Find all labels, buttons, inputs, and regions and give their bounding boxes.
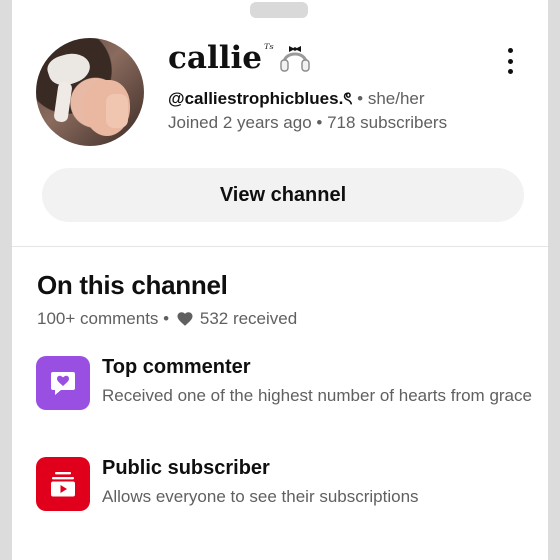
- channel-name: callie: [168, 40, 263, 76]
- separator-dot: •: [357, 89, 364, 108]
- stats-row: 100+ comments • 532 received: [37, 309, 297, 329]
- separator-dot: •: [316, 113, 323, 132]
- meta-row: Joined 2 years ago • 718 subscribers: [168, 113, 447, 133]
- channel-name-row: callie ᵀˢ: [168, 38, 312, 78]
- kebab-dot: [507, 58, 513, 64]
- subscriber-count: 718 subscribers: [327, 113, 448, 132]
- divider: [12, 246, 548, 247]
- subscriptions-icon: [36, 457, 90, 511]
- avatar[interactable]: [36, 38, 144, 146]
- view-channel-button[interactable]: View channel: [42, 168, 524, 222]
- kebab-dot: [507, 48, 513, 53]
- hearts-received: 532 received: [199, 309, 298, 328]
- more-vert-icon[interactable]: [498, 46, 522, 76]
- badge-description: Received one of the highest number of he…: [102, 386, 532, 405]
- handle-row: @calliestrophicblues.ৎ • she/her: [168, 86, 425, 114]
- badge-description: Allows everyone to see their subscriptio…: [102, 487, 419, 506]
- joined-date: Joined 2 years ago: [168, 113, 312, 132]
- separator-dot: •: [163, 309, 170, 328]
- kebab-dot: [507, 69, 513, 74]
- comment-count: 100+ comments: [37, 309, 159, 328]
- headphones-bow-icon: [280, 46, 310, 72]
- section-title: On this channel: [37, 270, 228, 300]
- drag-handle[interactable]: [250, 2, 308, 18]
- heart-icon: [177, 312, 193, 326]
- badge-title: Top commenter: [102, 356, 251, 378]
- channel-name-superscript: ᵀˢ: [264, 42, 274, 57]
- channel-info-sheet: callie ᵀˢ @calliestrophicblues.ৎ • she/h…: [12, 0, 548, 560]
- avatar-ribbon: [53, 81, 73, 123]
- avatar-hand: [106, 94, 128, 128]
- badge-title: Public subscriber: [102, 457, 270, 479]
- channel-pronouns: she/her: [367, 89, 425, 108]
- heart-comment-icon: [36, 356, 90, 410]
- channel-handle: @calliestrophicblues.ৎ: [168, 89, 353, 108]
